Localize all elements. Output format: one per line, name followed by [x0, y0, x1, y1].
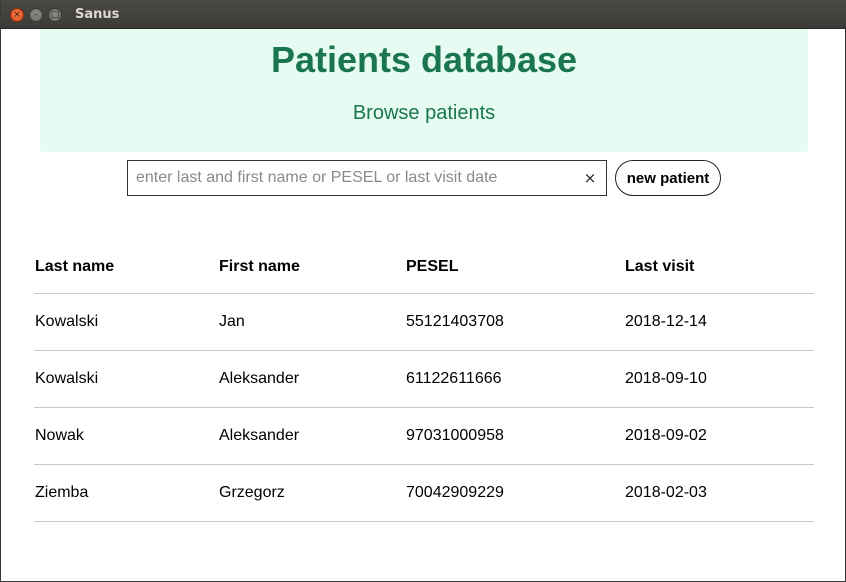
column-header-last-visit: Last visit: [625, 257, 695, 275]
clear-search-icon[interactable]: ×: [582, 169, 598, 187]
window-minimize-icon[interactable]: –: [29, 8, 43, 22]
cell-first-name: Aleksander: [219, 427, 300, 444]
cell-last-visit: 2018-09-02: [625, 427, 707, 444]
page-subtitle: Browse patients: [352, 102, 496, 124]
table-header-row: Last name First name PESEL Last visit: [34, 240, 814, 294]
search-input[interactable]: [128, 161, 578, 195]
search-box: ×: [127, 160, 607, 196]
table-row[interactable]: Kowalski Aleksander 61122611666 2018-09-…: [34, 351, 814, 408]
column-header-last-name: Last name: [35, 257, 115, 275]
cell-last-name: Ziemba: [35, 484, 89, 501]
cell-pesel: 70042909229: [406, 484, 504, 501]
page-title: Patients database: [270, 39, 578, 80]
patients-table: Last name First name PESEL Last visit Ko…: [34, 240, 814, 522]
app-window: × – □ Sanus Patients database Browse pat…: [0, 0, 846, 582]
table-row[interactable]: Kowalski Jan 55121403708 2018-12-14: [34, 294, 814, 351]
window-title: Sanus: [75, 7, 120, 22]
table-row[interactable]: Ziemba Grzegorz 70042909229 2018-02-03: [34, 465, 814, 522]
cell-last-visit: 2018-02-03: [625, 484, 707, 501]
cell-pesel: 55121403708: [406, 313, 504, 330]
title-bar[interactable]: × – □ Sanus: [1, 0, 846, 29]
cell-first-name: Jan: [219, 313, 245, 330]
table-row[interactable]: Nowak Aleksander 97031000958 2018-09-02: [34, 408, 814, 465]
new-patient-button[interactable]: new patient: [615, 160, 721, 196]
cell-last-visit: 2018-09-10: [625, 370, 707, 387]
column-header-first-name: First name: [219, 257, 300, 275]
column-header-pesel: PESEL: [406, 257, 459, 275]
cell-last-visit: 2018-12-14: [625, 313, 707, 330]
cell-first-name: Grzegorz: [219, 484, 285, 501]
cell-last-name: Kowalski: [35, 370, 99, 387]
cell-first-name: Aleksander: [219, 370, 300, 387]
window-maximize-icon[interactable]: □: [48, 8, 62, 22]
cell-last-name: Kowalski: [35, 313, 99, 330]
page-header: Patients database Browse patients: [40, 29, 808, 152]
window-close-icon[interactable]: ×: [10, 8, 24, 22]
cell-last-name: Nowak: [35, 427, 84, 444]
cell-pesel: 61122611666: [406, 370, 502, 387]
cell-pesel: 97031000958: [406, 427, 504, 444]
